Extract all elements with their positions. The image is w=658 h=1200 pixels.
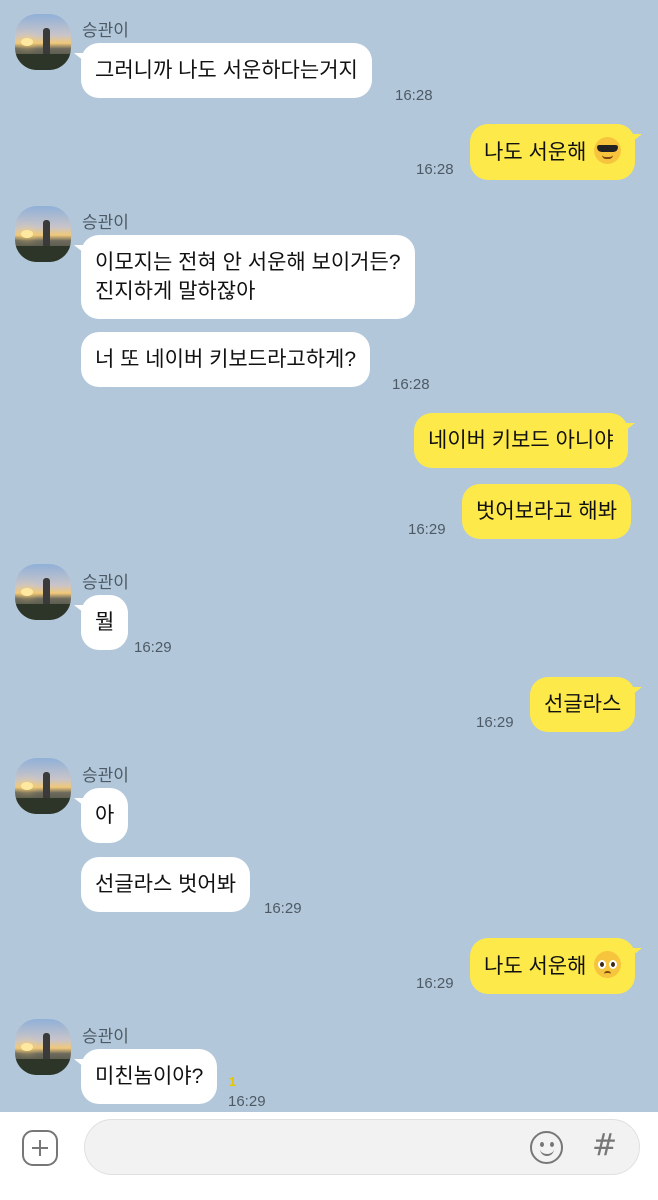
message-time: 16:29 — [228, 1093, 266, 1110]
avatar-sun — [21, 588, 33, 596]
message-time: 16:29 — [408, 521, 446, 538]
sender-avatar[interactable] — [15, 758, 71, 814]
avatar-ground — [15, 1059, 71, 1075]
sender-name: 승관이 — [82, 1027, 129, 1046]
plus-icon[interactable] — [22, 1130, 58, 1166]
input-bar: # — [0, 1112, 658, 1200]
avatar-ground — [15, 798, 71, 814]
message-text: 나도 서운해 — [484, 955, 587, 978]
sender-avatar[interactable] — [15, 564, 71, 620]
avatar-person — [43, 28, 50, 56]
message-time: 16:28 — [416, 161, 454, 178]
message-bubble-outgoing[interactable]: 나도 서운해 — [470, 938, 643, 994]
message-bubble-outgoing[interactable]: 벗어보라고 해봐 — [462, 484, 632, 539]
message-time: 16:29 — [134, 639, 172, 656]
avatar-person — [43, 1033, 50, 1061]
emoji-icon[interactable] — [530, 1131, 563, 1164]
message-time: 16:28 — [392, 376, 430, 393]
message-line: 이모지는 전혀 안 서운해 보이거든? — [95, 251, 401, 274]
message-bubble[interactable]: 그러니까 나도 서운하다는거지 — [74, 43, 372, 98]
sender-name: 승관이 — [82, 766, 129, 785]
avatar-sun — [21, 782, 33, 790]
message-time: 16:29 — [416, 975, 454, 992]
message-bubble-outgoing[interactable]: 나도 서운해 — [470, 124, 643, 180]
message-bubble[interactable]: 아 — [73, 788, 129, 843]
message-text: 나도 서운해 — [484, 141, 587, 164]
sender-name: 승관이 — [82, 213, 129, 232]
pleading-face-emoji-icon — [594, 951, 622, 978]
message-time: 16:29 — [476, 714, 514, 731]
unread-count: 1 — [229, 1074, 237, 1089]
message-bubble-outgoing[interactable]: 선글라스 — [530, 677, 643, 732]
avatar-sun — [21, 38, 33, 46]
sender-avatar[interactable] — [15, 1019, 71, 1075]
sender-name: 승관이 — [82, 21, 129, 40]
sender-avatar[interactable] — [15, 206, 71, 262]
message-time: 16:29 — [264, 900, 302, 917]
avatar-ground — [15, 54, 71, 70]
hash-icon[interactable]: # — [592, 1128, 617, 1163]
message-bubble[interactable]: 선글라스 벗어봐 — [81, 857, 251, 912]
sender-name: 승관이 — [82, 573, 129, 592]
message-line: 진지하게 말하잖아 — [95, 280, 256, 303]
avatar-person — [43, 578, 50, 606]
message-bubble[interactable]: 이모지는 전혀 안 서운해 보이거든? 진지하게 말하잖아 — [74, 235, 415, 319]
message-bubble[interactable]: 뭘 — [73, 595, 129, 650]
avatar-ground — [15, 604, 71, 620]
avatar-sun — [21, 230, 33, 238]
message-time: 16:28 — [395, 87, 433, 104]
message-bubble[interactable]: 미친놈이야? — [73, 1049, 218, 1104]
avatar-ground — [15, 246, 71, 262]
avatar-person — [43, 772, 50, 800]
message-bubble-outgoing[interactable]: 네이버 키보드 아니야 — [414, 413, 635, 468]
avatar-sun — [21, 1043, 33, 1051]
sunglasses-emoji-icon — [594, 137, 622, 164]
chat-area[interactable]: 승관이 그러니까 나도 서운하다는거지 16:28 16:28 나도 서운해 승… — [0, 0, 658, 1112]
avatar-person — [43, 220, 50, 248]
sender-avatar[interactable] — [15, 14, 71, 70]
message-bubble[interactable]: 너 또 네이버 키보드라고하게? — [81, 332, 371, 387]
